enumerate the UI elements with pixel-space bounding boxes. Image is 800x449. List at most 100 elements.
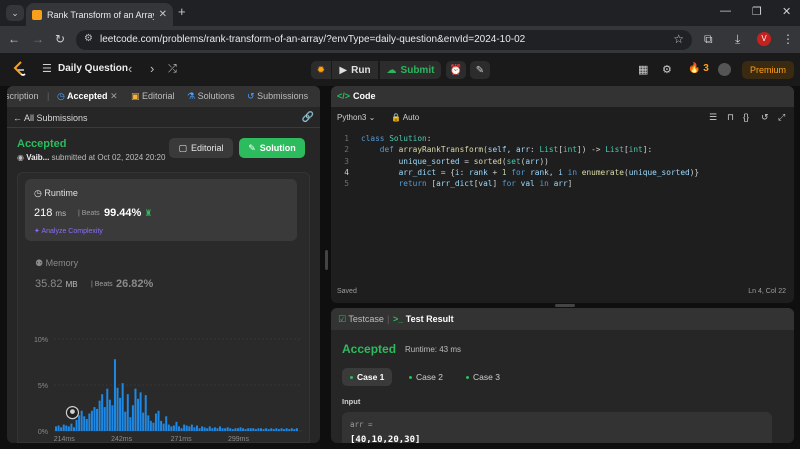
histogram-bar[interactable] [193,427,196,431]
histogram-bar[interactable] [67,426,70,431]
notes-button[interactable]: ✎ [470,61,490,79]
submit-button[interactable]: ☁ Submit [380,61,441,79]
histogram-bar[interactable] [98,400,101,431]
tab-close-x-icon[interactable]: ✕ [110,91,118,101]
histogram-bar[interactable] [170,426,173,431]
histogram-bar[interactable] [139,392,142,431]
histogram-bar[interactable] [78,415,81,431]
restore-icon[interactable]: ❐ [752,5,762,18]
histogram-bar[interactable] [185,425,188,431]
histogram-bar[interactable] [290,428,293,431]
histogram-bar[interactable] [142,412,145,431]
histogram-bar[interactable] [257,428,260,431]
histogram-bar[interactable] [57,425,60,431]
user-avatar[interactable] [718,63,731,76]
histogram-bar[interactable] [108,399,111,431]
tab-testcase[interactable]: ☑ Testcase [338,314,384,325]
histogram-bar[interactable] [75,419,78,431]
histogram-bar[interactable] [188,426,191,431]
histogram-bar[interactable] [72,427,75,431]
extensions-icon[interactable]: ⧉ [704,32,713,47]
prev-problem-icon[interactable]: ‹ [128,61,132,76]
histogram-bar[interactable] [131,405,134,431]
histogram-bar[interactable] [254,429,257,431]
histogram-bar[interactable] [137,398,140,431]
histogram-bar[interactable] [293,429,296,431]
premium-button[interactable]: Premium [742,61,794,79]
histogram-bar[interactable] [121,383,124,431]
next-problem-icon[interactable]: › [150,61,154,76]
histogram-bar[interactable] [288,429,291,431]
window-close-icon[interactable]: ✕ [782,5,791,18]
histogram-bar[interactable] [106,388,109,431]
histogram-bar[interactable] [96,408,99,431]
case-2-tab[interactable]: Case 2 [401,368,451,386]
histogram-bar[interactable] [277,429,280,431]
case-1-tab[interactable]: Case 1 [342,368,393,386]
tab-close-icon[interactable]: ✕ [159,9,167,20]
histogram-bar[interactable] [260,428,263,431]
histogram-bar[interactable] [157,410,160,431]
tab-submissions[interactable]: ↺ Submissions [247,91,308,102]
histogram-bar[interactable] [134,388,137,431]
histogram-bar[interactable] [167,424,170,431]
histogram-bar[interactable] [236,428,239,431]
reload-icon[interactable]: ↻ [55,32,65,46]
url-text[interactable]: leetcode.com/problems/rank-transform-of-… [100,34,525,45]
histogram-bar[interactable] [190,424,193,431]
histogram-bar[interactable] [229,428,232,431]
settings-gear-icon[interactable]: ⚙ [662,63,672,76]
braces-icon[interactable]: {} [743,112,749,122]
reset-icon[interactable]: ↺ [761,112,769,123]
histogram-bar[interactable] [239,427,242,431]
histogram-bar[interactable] [195,425,198,431]
histogram-bar[interactable] [244,429,247,431]
histogram-bar[interactable] [85,419,88,431]
histogram-bar[interactable] [111,405,114,431]
auto-mode[interactable]: 🔒 Auto [391,113,419,122]
tab-editorial[interactable]: ▣ Editorial [131,91,175,102]
histogram-bar[interactable] [249,428,252,431]
histogram-bar[interactable] [283,429,286,431]
histogram-bar[interactable] [80,410,83,431]
histogram-bar[interactable] [201,426,204,431]
histogram-bar[interactable] [162,423,165,431]
histogram-bar[interactable] [231,429,234,431]
histogram-bar[interactable] [267,429,270,431]
histogram-bar[interactable] [119,397,122,431]
new-tab-icon[interactable]: + [178,4,186,19]
histogram-bar[interactable] [172,425,175,431]
layout-grid-icon[interactable]: ▦ [638,63,648,76]
histogram-bar[interactable] [113,359,116,431]
histogram-bar[interactable] [280,428,283,431]
histogram-bar[interactable] [203,427,206,431]
runtime-card[interactable]: ◷ Runtime 218 ms | Beats 99.44% ♜ ✦ Anal… [25,179,297,241]
code-editor[interactable]: 1 class Solution: 2 def arrayRankTransfor… [331,133,794,189]
histogram-bar[interactable] [221,428,224,431]
histogram-bar[interactable] [152,422,155,431]
histogram-bar[interactable] [124,411,127,431]
histogram-bar[interactable] [247,428,250,431]
histogram-bar[interactable] [270,428,273,431]
histogram-bar[interactable] [129,417,132,431]
histogram-bar[interactable] [149,420,152,431]
histogram-bar[interactable] [183,424,186,431]
forward-icon[interactable]: → [32,32,44,46]
tab-search-icon[interactable]: ⌄ [6,5,24,21]
profile-avatar[interactable]: V [757,32,771,46]
histogram-bar[interactable] [208,426,211,431]
histogram-bar[interactable] [65,425,68,431]
leetcode-logo-icon[interactable] [12,61,26,77]
histogram-bar[interactable] [103,407,106,431]
editorial-button[interactable]: ▢ Editorial [169,138,233,158]
share-link-icon[interactable]: 🔗 [302,112,314,123]
shuffle-icon[interactable]: ⤮ [168,63,177,76]
daily-question-label[interactable]: Daily Question [58,63,128,74]
browser-tab[interactable]: Rank Transform of an Array - Le ✕ [26,3,173,26]
histogram-bar[interactable] [178,426,181,431]
minimize-icon[interactable]: — [720,5,731,17]
histogram-bar[interactable] [154,413,157,431]
histogram-bar[interactable] [60,427,63,431]
histogram-bar[interactable] [62,424,65,431]
download-icon[interactable]: ⤓ [735,32,740,47]
